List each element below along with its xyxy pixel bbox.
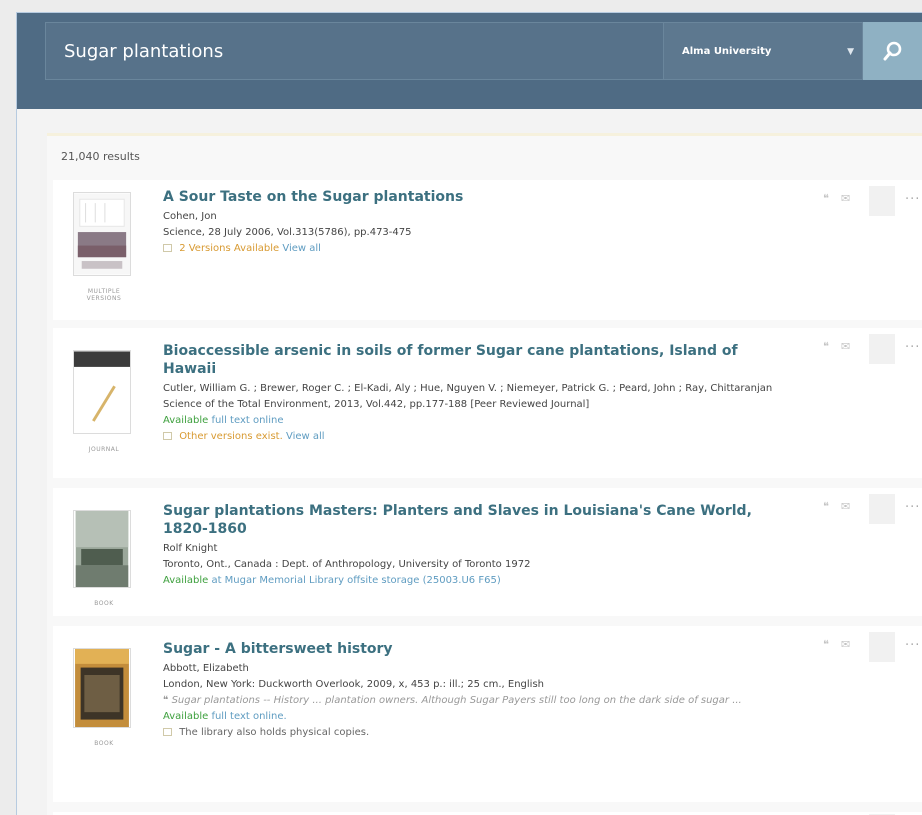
result-type: JOURNAL [88, 446, 120, 453]
search-input[interactable]: Sugar plantations [45, 22, 663, 80]
result-source: Science, 28 July 2006, Vol.313(5786), pp… [163, 227, 412, 238]
result-cover[interactable]: MULTIPLE VERSIONS [73, 192, 135, 302]
search-icon [883, 41, 902, 61]
pin-icon[interactable] [869, 186, 895, 216]
snippet-text: Sugar plantations -- History ... plantat… [171, 695, 742, 706]
cover-thumbnail [73, 350, 131, 434]
result-cover[interactable]: BOOK [73, 510, 135, 607]
quote-icon[interactable]: ❝ [823, 192, 829, 205]
result-snippet: ❝ Sugar plantations -- History ... plant… [163, 694, 783, 708]
availability-link[interactable]: full text online. [211, 711, 286, 722]
cover-thumbnail [73, 648, 131, 728]
result-item[interactable]: JOURNAL Bioaccessible arsenic in soils o… [53, 328, 922, 478]
pin-icon[interactable] [869, 632, 895, 662]
quote-icon[interactable]: ❝ [823, 500, 829, 513]
result-item[interactable]: BOOK Sugar plantations Masters: Planters… [53, 488, 922, 616]
quote-icon: ❝ [163, 695, 172, 706]
versions-text: Other versions exist. [179, 431, 283, 442]
search-query: Sugar plantations [64, 40, 224, 62]
results-panel: 21,040 results MULTIPLE VERSIONS A Sour … [47, 133, 922, 815]
view-all-link[interactable]: View all [286, 431, 325, 442]
availability-status: Available [163, 415, 209, 426]
result-source: Science of the Total Environment, 2013, … [163, 399, 590, 410]
pin-icon[interactable] [869, 494, 895, 524]
result-actions: ❝ ✉ ··· [793, 632, 922, 668]
result-actions: ❝ ✉ ··· [793, 334, 922, 370]
result-title[interactable]: Bioaccessible arsenic in soils of former… [163, 342, 783, 378]
result-item[interactable]: MULTIPLE VERSIONS A Sour Taste on the Su… [53, 180, 922, 320]
availability-status: Available [163, 575, 209, 586]
view-all-link[interactable]: View all [282, 243, 321, 254]
result-versions: 2 Versions Available View all [163, 242, 783, 256]
result-type: BOOK [94, 740, 114, 747]
result-actions: ❝ ✉ ··· [793, 186, 922, 222]
result-physical: The library also holds physical copies. [163, 726, 783, 740]
result-item[interactable]: BOOK Sugar - A bittersweet history Abbot… [53, 626, 922, 802]
envelope-icon[interactable]: ✉ [841, 500, 850, 513]
result-source: Toronto, Ont., Canada : Dept. of Anthrop… [163, 559, 531, 570]
result-author: Cutler, William G. ; Brewer, Roger C. ; … [163, 383, 773, 394]
availability-link[interactable]: full text online [211, 415, 283, 426]
search-scope-value: Alma University [682, 45, 772, 57]
search-scope-select[interactable]: Alma University ▼ [663, 22, 863, 80]
result-title[interactable]: A Sour Taste on the Sugar plantations [163, 188, 783, 206]
search-button[interactable] [863, 22, 922, 80]
result-cover[interactable]: JOURNAL [73, 350, 135, 453]
envelope-icon[interactable]: ✉ [841, 340, 850, 353]
app-frame: Sugar plantations Alma University ▼ 21,0… [16, 12, 922, 815]
envelope-icon[interactable]: ✉ [841, 638, 850, 651]
ellipsis-icon[interactable]: ··· [905, 340, 920, 355]
results-count: 21,040 results [61, 150, 140, 163]
versions-icon [163, 728, 172, 736]
cover-thumbnail [73, 192, 131, 276]
result-actions: ❝ ✉ ··· [793, 494, 922, 530]
result-source: London, New York: Duckworth Overlook, 20… [163, 679, 545, 690]
chevron-down-icon: ▼ [847, 47, 854, 57]
quote-icon[interactable]: ❝ [823, 638, 829, 651]
result-author: Abbott, Elizabeth [163, 663, 249, 674]
physical-text: The library also holds physical copies. [179, 727, 370, 738]
result-versions: Other versions exist. View all [163, 430, 783, 444]
result-type: MULTIPLE VERSIONS [86, 288, 122, 302]
availability-link[interactable]: at Mugar Memorial Library offsite storag… [211, 575, 500, 586]
result-availability: Available at Mugar Memorial Library offs… [163, 574, 783, 588]
search-bar: Sugar plantations Alma University ▼ [17, 13, 922, 109]
ellipsis-icon[interactable]: ··· [905, 638, 920, 653]
availability-status: Available [163, 711, 209, 722]
versions-text: 2 Versions Available [179, 243, 280, 254]
result-cover[interactable]: BOOK [73, 648, 135, 747]
pin-icon[interactable] [869, 334, 895, 364]
ellipsis-icon[interactable]: ··· [905, 192, 920, 207]
result-type: BOOK [94, 600, 114, 607]
result-title[interactable]: Sugar plantations Masters: Planters and … [163, 502, 783, 538]
versions-icon [163, 432, 172, 440]
versions-icon [163, 244, 172, 252]
ellipsis-icon[interactable]: ··· [905, 500, 920, 515]
cover-thumbnail [73, 510, 131, 588]
quote-icon[interactable]: ❝ [823, 340, 829, 353]
result-author: Rolf Knight [163, 543, 218, 554]
envelope-icon[interactable]: ✉ [841, 192, 850, 205]
result-title[interactable]: Sugar - A bittersweet history [163, 640, 783, 658]
result-availability: Available full text online. [163, 710, 783, 724]
result-availability: Available full text online [163, 414, 783, 428]
result-author: Cohen, Jon [163, 211, 217, 222]
